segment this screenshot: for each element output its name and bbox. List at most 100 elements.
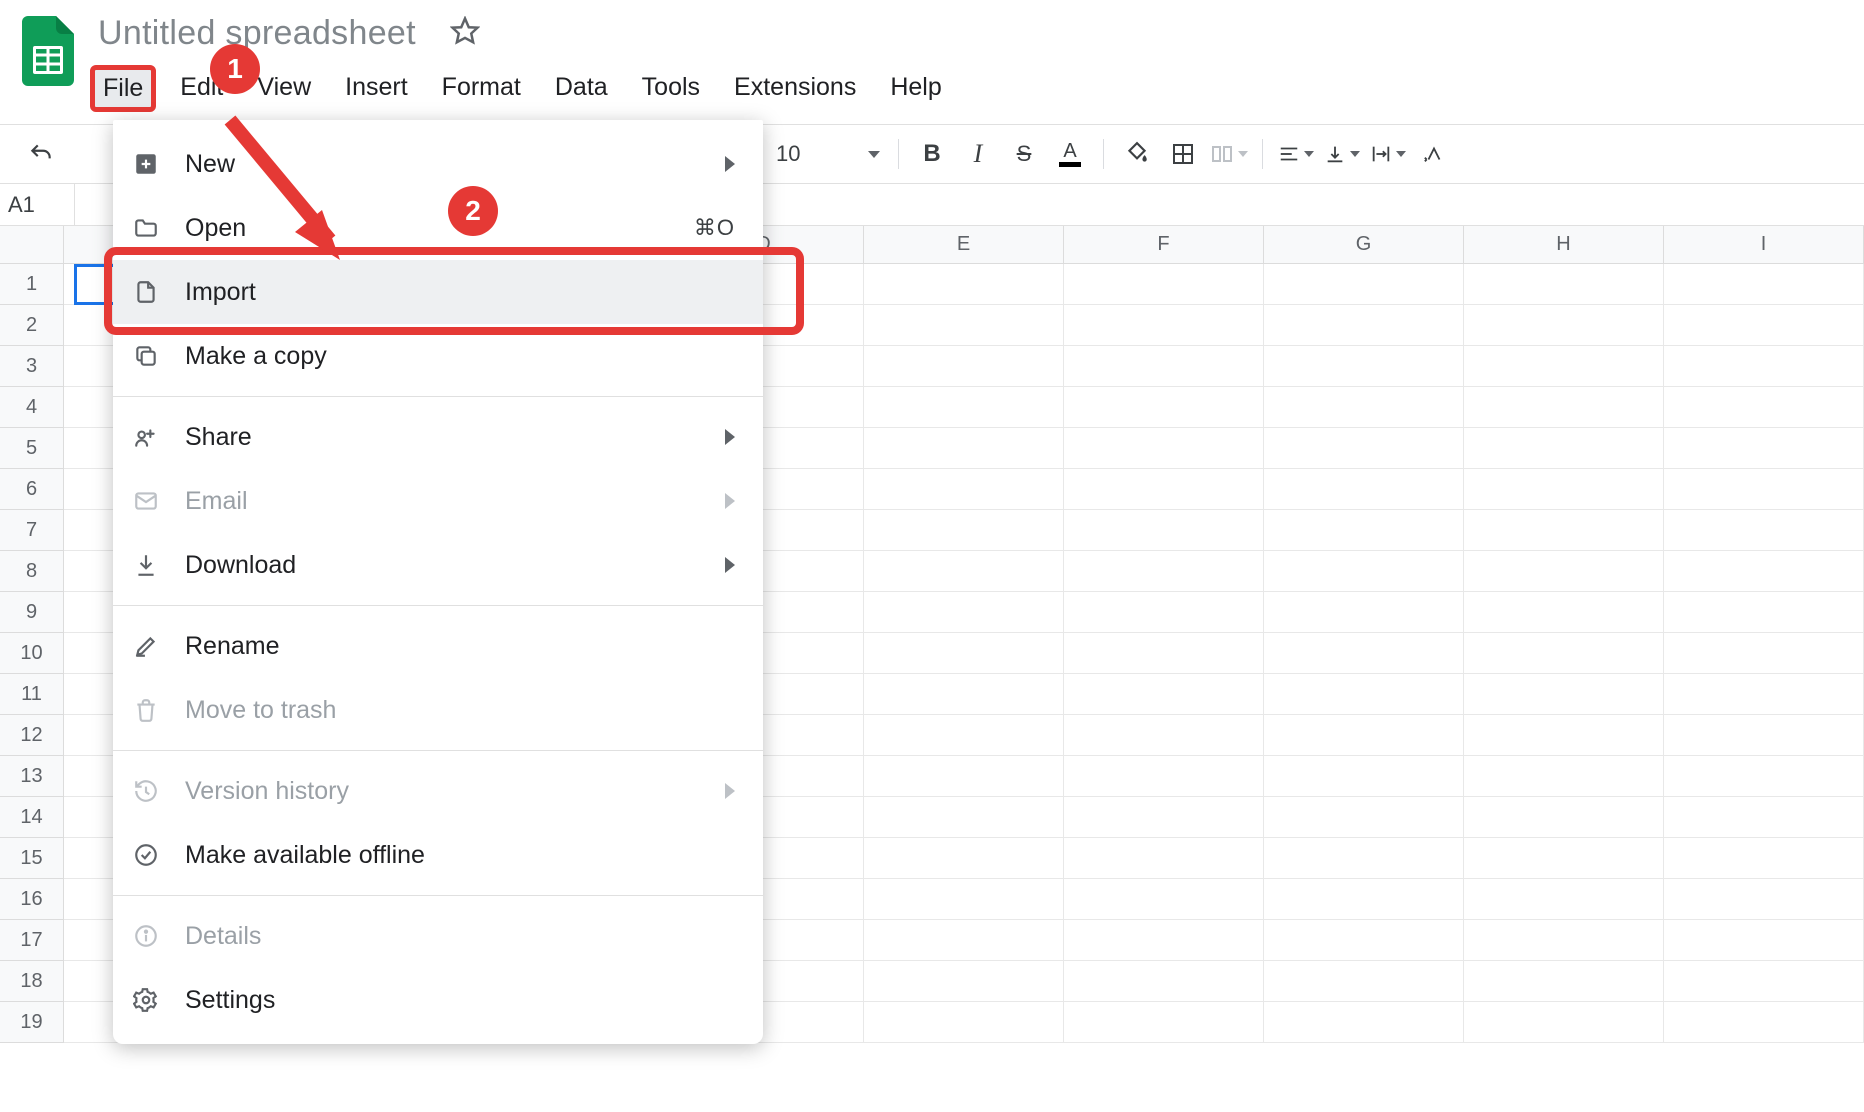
cell[interactable] [1064,387,1264,427]
cell[interactable] [1064,346,1264,386]
vertical-align-button[interactable] [1319,134,1365,174]
cell[interactable] [1664,797,1864,837]
cell[interactable] [1264,469,1464,509]
undo-button[interactable] [18,134,64,174]
menu-item-version-history[interactable]: Version history [113,759,763,823]
cell[interactable] [1264,510,1464,550]
cell[interactable] [1064,592,1264,632]
cell[interactable] [864,674,1064,714]
fill-color-button[interactable] [1114,134,1160,174]
cell[interactable] [864,920,1064,960]
menu-item-move-to-trash[interactable]: Move to trash [113,678,763,742]
cell[interactable] [1464,920,1664,960]
cell[interactable] [1064,879,1264,919]
row-header[interactable]: 7 [0,510,63,551]
text-wrap-button[interactable] [1365,134,1411,174]
document-title[interactable]: Untitled spreadsheet [90,10,424,57]
cell[interactable] [1064,510,1264,550]
row-header[interactable]: 9 [0,592,63,633]
cell[interactable] [1664,346,1864,386]
text-rotation-button[interactable] [1411,134,1457,174]
cell[interactable] [1464,264,1664,304]
cell[interactable] [1064,838,1264,878]
menu-insert[interactable]: Insert [335,65,418,112]
cell[interactable] [1264,1002,1464,1042]
cell[interactable] [1264,592,1464,632]
row-header[interactable]: 16 [0,879,63,920]
cell[interactable] [1064,961,1264,1001]
italic-button[interactable]: I [955,134,1001,174]
cell[interactable] [1664,428,1864,468]
row-header[interactable]: 5 [0,428,63,469]
menu-format[interactable]: Format [432,65,531,112]
row-header[interactable]: 15 [0,838,63,879]
row-header[interactable]: 8 [0,551,63,592]
cell[interactable] [864,756,1064,796]
cell[interactable] [864,305,1064,345]
cell[interactable] [1064,551,1264,591]
strikethrough-button[interactable]: S [1001,134,1047,174]
cell[interactable] [1264,920,1464,960]
cell[interactable] [1664,838,1864,878]
cell[interactable] [1264,551,1464,591]
cell[interactable] [864,387,1064,427]
menu-item-make-a-copy[interactable]: Make a copy [113,324,763,388]
row-header[interactable]: 2 [0,305,63,346]
cell[interactable] [1664,756,1864,796]
row-header[interactable]: 12 [0,715,63,756]
cell[interactable] [1664,715,1864,755]
text-color-button[interactable]: A [1047,134,1093,174]
column-header[interactable]: I [1664,226,1864,263]
cell[interactable] [1264,387,1464,427]
cell[interactable] [1664,305,1864,345]
menu-item-make-available-offline[interactable]: Make available offline [113,823,763,887]
cell[interactable] [864,592,1064,632]
cell[interactable] [1464,346,1664,386]
cell[interactable] [1464,305,1664,345]
cell[interactable] [1464,469,1664,509]
row-header[interactable]: 3 [0,346,63,387]
cell[interactable] [864,715,1064,755]
cell[interactable] [1464,879,1664,919]
cell[interactable] [1664,633,1864,673]
column-header[interactable]: H [1464,226,1664,263]
row-header[interactable]: 13 [0,756,63,797]
cell[interactable] [1264,838,1464,878]
cell[interactable] [1664,510,1864,550]
cell[interactable] [1264,264,1464,304]
bold-button[interactable]: B [909,134,955,174]
cell[interactable] [1064,305,1264,345]
menu-file[interactable]: File [90,65,156,112]
cell[interactable] [864,797,1064,837]
menu-item-import[interactable]: Import [113,260,763,324]
cell[interactable] [864,1002,1064,1042]
menu-item-open[interactable]: Open⌘O [113,196,763,260]
column-header[interactable]: E [864,226,1064,263]
menu-help[interactable]: Help [880,65,951,112]
name-box[interactable]: A1 [0,192,74,218]
cell[interactable] [1464,510,1664,550]
cell[interactable] [1064,469,1264,509]
cell[interactable] [1264,715,1464,755]
cell[interactable] [1664,469,1864,509]
cell[interactable] [1064,264,1264,304]
cell[interactable] [864,551,1064,591]
row-header[interactable]: 19 [0,1002,63,1043]
cell[interactable] [1664,920,1864,960]
cell[interactable] [1664,674,1864,714]
row-header[interactable]: 17 [0,920,63,961]
cell[interactable] [1264,633,1464,673]
cell[interactable] [1464,633,1664,673]
menu-item-details[interactable]: Details [113,904,763,968]
menu-tools[interactable]: Tools [632,65,710,112]
row-header[interactable]: 11 [0,674,63,715]
menu-item-settings[interactable]: Settings [113,968,763,1032]
cell[interactable] [1064,715,1264,755]
cell[interactable] [1064,920,1264,960]
cell[interactable] [1664,592,1864,632]
cell[interactable] [1664,879,1864,919]
cell[interactable] [864,838,1064,878]
row-header[interactable]: 14 [0,797,63,838]
cell[interactable] [864,961,1064,1001]
cell[interactable] [1464,756,1664,796]
